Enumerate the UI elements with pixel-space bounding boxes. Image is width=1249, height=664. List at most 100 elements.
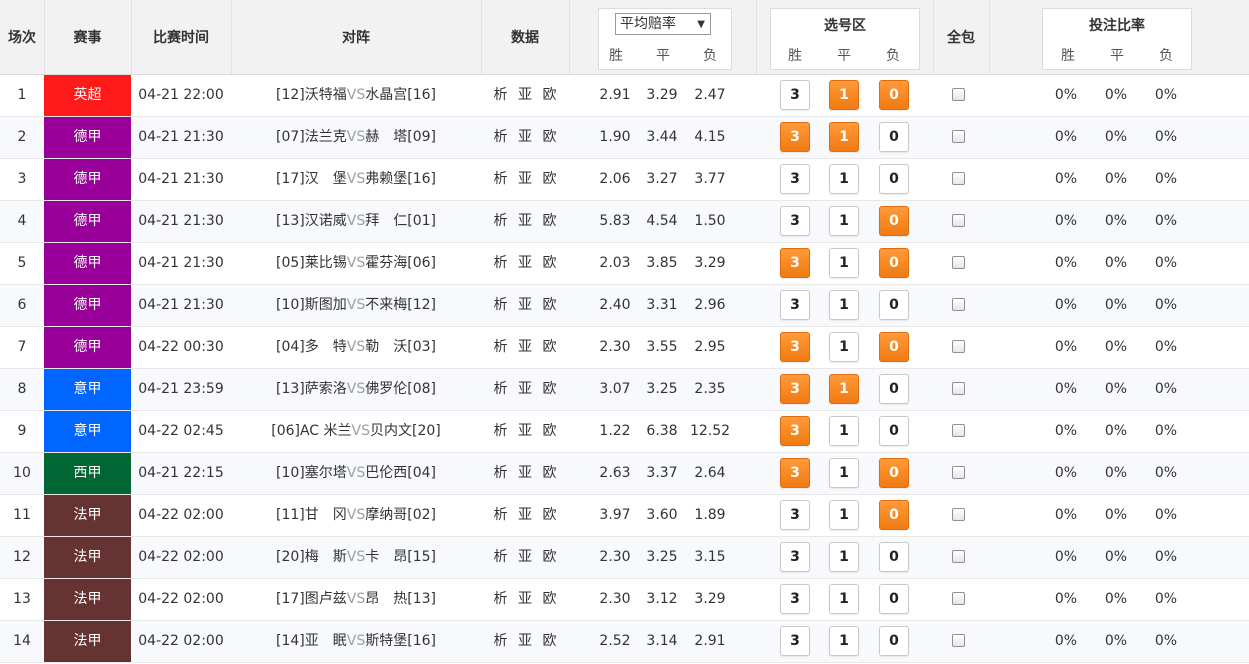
pick-win-button[interactable]: 3 — [780, 80, 810, 110]
all-in-checkbox[interactable] — [952, 508, 965, 521]
pick-win-button[interactable]: 3 — [780, 500, 810, 530]
league-badge[interactable]: 德甲 — [44, 117, 131, 158]
analysis-link[interactable]: 析 — [494, 423, 508, 439]
pick-lose-button[interactable]: 0 — [879, 374, 909, 404]
analysis-link[interactable]: 析 — [494, 549, 508, 565]
match-teams[interactable]: [05]莱比锡VS霍芬海[06] — [231, 243, 481, 284]
pick-win-button[interactable]: 3 — [780, 332, 810, 362]
euro-odds-link[interactable]: 欧 — [542, 339, 556, 355]
pick-win-button[interactable]: 3 — [780, 542, 810, 572]
match-teams[interactable]: [06]AC 米兰VS贝内文[20] — [231, 411, 481, 452]
pick-win-button[interactable]: 3 — [780, 626, 810, 656]
analysis-link[interactable]: 析 — [494, 129, 508, 145]
all-in-checkbox[interactable] — [952, 424, 965, 437]
pick-draw-button[interactable]: 1 — [829, 374, 859, 404]
pick-draw-button[interactable]: 1 — [829, 416, 859, 446]
asian-odds-link[interactable]: 亚 — [518, 297, 532, 313]
league-badge[interactable]: 德甲 — [44, 243, 131, 284]
match-teams[interactable]: [14]亚 眠VS斯特堡[16] — [231, 621, 481, 662]
euro-odds-link[interactable]: 欧 — [542, 213, 556, 229]
home-team[interactable]: [04]多 特 — [276, 339, 347, 355]
home-team[interactable]: [17]汉 堡 — [276, 171, 347, 187]
asian-odds-link[interactable]: 亚 — [518, 87, 532, 103]
away-team[interactable]: 昂 热[13] — [365, 591, 436, 607]
euro-odds-link[interactable]: 欧 — [542, 129, 556, 145]
asian-odds-link[interactable]: 亚 — [518, 591, 532, 607]
analysis-link[interactable]: 析 — [494, 87, 508, 103]
pick-draw-button[interactable]: 1 — [829, 80, 859, 110]
asian-odds-link[interactable]: 亚 — [518, 213, 532, 229]
pick-win-button[interactable]: 3 — [780, 374, 810, 404]
all-in-checkbox[interactable] — [952, 214, 965, 227]
away-team[interactable]: 巴伦西[04] — [365, 465, 436, 481]
all-in-checkbox[interactable] — [952, 298, 965, 311]
all-in-checkbox[interactable] — [952, 466, 965, 479]
away-team[interactable]: 弗赖堡[16] — [365, 171, 436, 187]
pick-draw-button[interactable]: 1 — [829, 542, 859, 572]
away-team[interactable]: 勒 沃[03] — [365, 339, 436, 355]
match-teams[interactable]: [17]图卢兹VS昂 热[13] — [231, 579, 481, 620]
asian-odds-link[interactable]: 亚 — [518, 129, 532, 145]
pick-win-button[interactable]: 3 — [780, 416, 810, 446]
pick-draw-button[interactable]: 1 — [829, 122, 859, 152]
league-badge[interactable]: 英超 — [44, 75, 131, 116]
pick-lose-button[interactable]: 0 — [879, 164, 909, 194]
asian-odds-link[interactable]: 亚 — [518, 255, 532, 271]
pick-win-button[interactable]: 3 — [780, 290, 810, 320]
analysis-link[interactable]: 析 — [494, 507, 508, 523]
euro-odds-link[interactable]: 欧 — [542, 255, 556, 271]
away-team[interactable]: 贝内文[20] — [370, 423, 441, 439]
euro-odds-link[interactable]: 欧 — [542, 171, 556, 187]
all-in-checkbox[interactable] — [952, 340, 965, 353]
all-in-checkbox[interactable] — [952, 550, 965, 563]
analysis-link[interactable]: 析 — [494, 339, 508, 355]
pick-lose-button[interactable]: 0 — [879, 332, 909, 362]
home-team[interactable]: [14]亚 眠 — [276, 633, 347, 649]
analysis-link[interactable]: 析 — [494, 297, 508, 313]
analysis-link[interactable]: 析 — [494, 633, 508, 649]
euro-odds-link[interactable]: 欧 — [542, 87, 556, 103]
analysis-link[interactable]: 析 — [494, 255, 508, 271]
analysis-link[interactable]: 析 — [494, 171, 508, 187]
pick-draw-button[interactable]: 1 — [829, 626, 859, 656]
asian-odds-link[interactable]: 亚 — [518, 423, 532, 439]
all-in-checkbox[interactable] — [952, 592, 965, 605]
away-team[interactable]: 赫 塔[09] — [365, 129, 436, 145]
league-badge[interactable]: 德甲 — [44, 159, 131, 200]
pick-lose-button[interactable]: 0 — [879, 416, 909, 446]
match-teams[interactable]: [13]汉诺威VS拜 仁[01] — [231, 201, 481, 242]
league-badge[interactable]: 德甲 — [44, 201, 131, 242]
pick-draw-button[interactable]: 1 — [829, 332, 859, 362]
euro-odds-link[interactable]: 欧 — [542, 381, 556, 397]
away-team[interactable]: 水晶宫[16] — [365, 87, 436, 103]
away-team[interactable]: 佛罗伦[08] — [365, 381, 436, 397]
home-team[interactable]: [10]塞尔塔 — [276, 465, 347, 481]
league-badge[interactable]: 德甲 — [44, 285, 131, 326]
home-team[interactable]: [17]图卢兹 — [276, 591, 347, 607]
euro-odds-link[interactable]: 欧 — [542, 507, 556, 523]
match-teams[interactable]: [04]多 特VS勒 沃[03] — [231, 327, 481, 368]
match-teams[interactable]: [12]沃特福VS水晶宫[16] — [231, 75, 481, 116]
euro-odds-link[interactable]: 欧 — [542, 549, 556, 565]
pick-win-button[interactable]: 3 — [780, 206, 810, 236]
pick-lose-button[interactable]: 0 — [879, 584, 909, 614]
league-badge[interactable]: 法甲 — [44, 579, 131, 620]
euro-odds-link[interactable]: 欧 — [542, 297, 556, 313]
pick-lose-button[interactable]: 0 — [879, 80, 909, 110]
all-in-checkbox[interactable] — [952, 88, 965, 101]
league-badge[interactable]: 意甲 — [44, 411, 131, 452]
league-badge[interactable]: 西甲 — [44, 453, 131, 494]
pick-win-button[interactable]: 3 — [780, 122, 810, 152]
analysis-link[interactable]: 析 — [494, 465, 508, 481]
analysis-link[interactable]: 析 — [494, 591, 508, 607]
league-badge[interactable]: 法甲 — [44, 495, 131, 536]
pick-lose-button[interactable]: 0 — [879, 500, 909, 530]
all-in-checkbox[interactable] — [952, 634, 965, 647]
asian-odds-link[interactable]: 亚 — [518, 633, 532, 649]
away-team[interactable]: 斯特堡[16] — [365, 633, 436, 649]
league-badge[interactable]: 法甲 — [44, 537, 131, 578]
pick-win-button[interactable]: 3 — [780, 584, 810, 614]
away-team[interactable]: 拜 仁[01] — [365, 213, 436, 229]
match-teams[interactable]: [10]塞尔塔VS巴伦西[04] — [231, 453, 481, 494]
pick-draw-button[interactable]: 1 — [829, 206, 859, 236]
